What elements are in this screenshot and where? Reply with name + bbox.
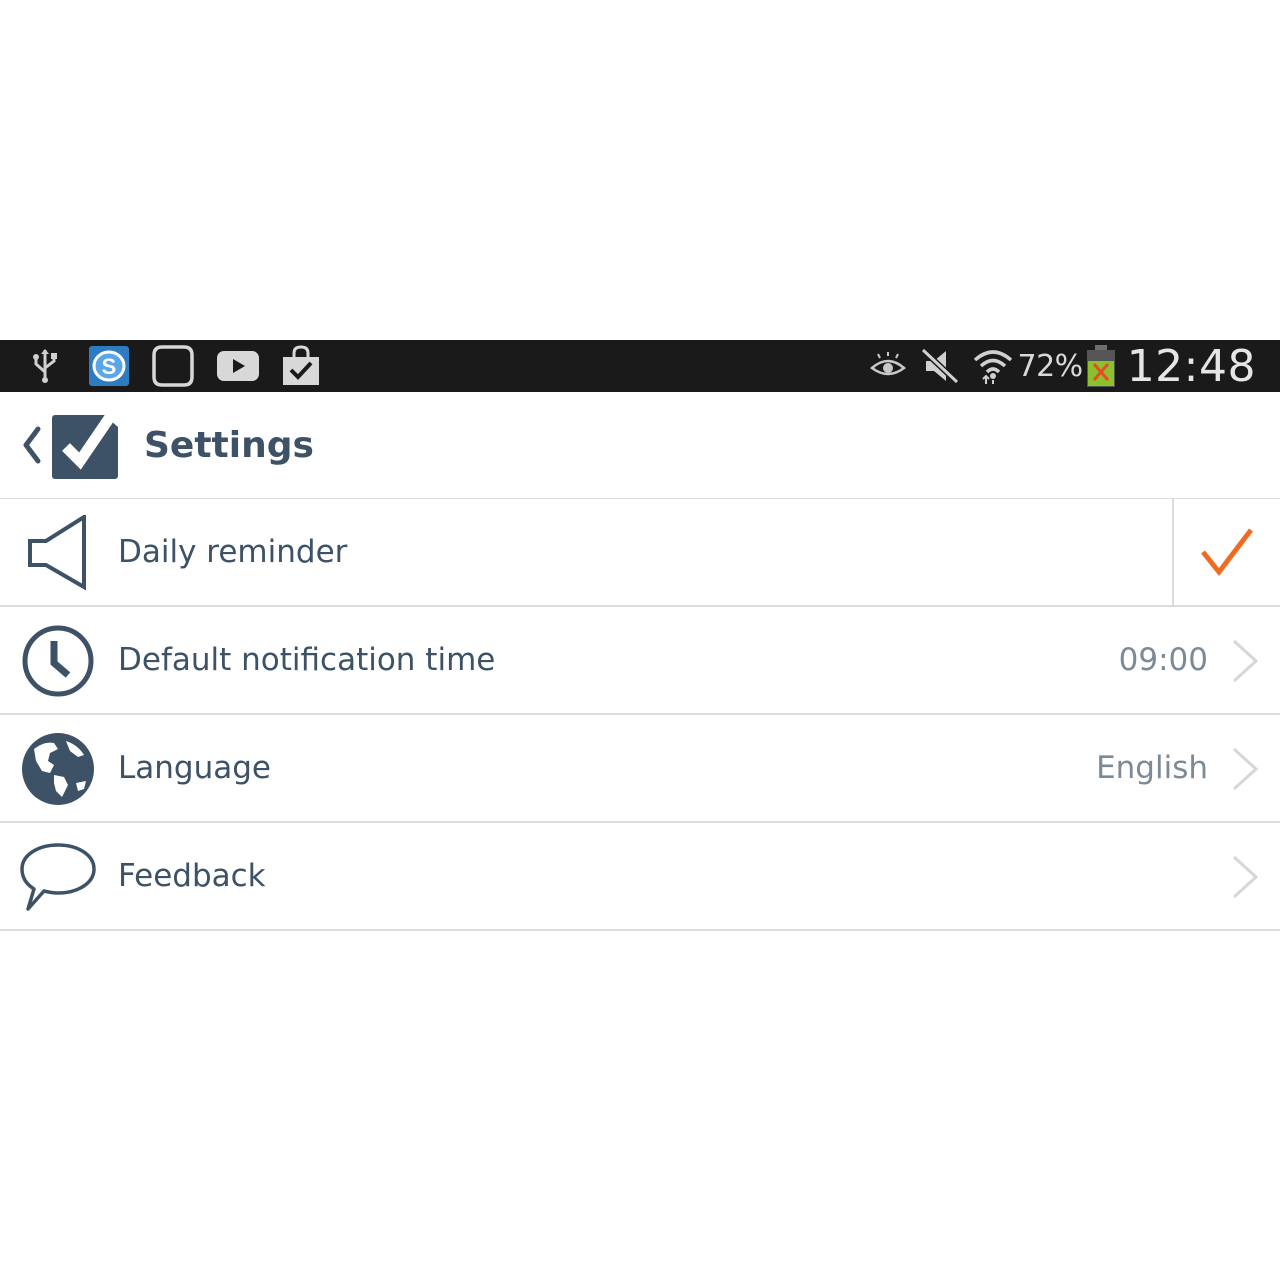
back-chevron-icon[interactable]	[20, 425, 42, 465]
speech-bubble-icon	[20, 843, 96, 911]
speaker-icon	[28, 515, 86, 591]
daily-reminder-toggle[interactable]	[1172, 499, 1280, 605]
shopping-bag-check-icon	[280, 345, 322, 387]
settings-list: Daily reminder Default notification time…	[0, 499, 1280, 931]
battery-percent: 72%	[1017, 348, 1084, 384]
row-value: 09:00	[1118, 642, 1208, 678]
app-logo-icon[interactable]	[50, 409, 122, 481]
usb-icon	[30, 348, 60, 384]
status-bar: S 72% 12:48	[0, 340, 1280, 392]
eye-icon	[869, 352, 906, 380]
setting-row-language[interactable]: Language English	[0, 715, 1280, 823]
setting-row-feedback[interactable]: Feedback	[0, 823, 1280, 931]
setting-row-notification-time[interactable]: Default notification time 09:00	[0, 607, 1280, 715]
clock: 12:48	[1126, 340, 1256, 392]
chevron-right-icon	[1232, 747, 1259, 791]
row-label: Feedback	[118, 858, 266, 894]
battery-icon	[1085, 344, 1117, 388]
clock-icon	[22, 625, 94, 697]
row-value: English	[1096, 750, 1208, 786]
app-bar: Settings	[0, 392, 1280, 500]
page-title: Settings	[144, 424, 314, 466]
row-label: Language	[118, 750, 271, 786]
svg-text:S: S	[102, 354, 117, 379]
wifi-icon	[972, 346, 1014, 386]
checkmark-icon	[1201, 528, 1253, 577]
system-status: 72% 12:48	[869, 340, 1257, 392]
row-label: Default notification time	[118, 642, 496, 678]
chevron-right-icon	[1232, 639, 1259, 683]
row-label: Daily reminder	[118, 534, 348, 570]
setting-row-daily-reminder[interactable]: Daily reminder	[0, 499, 1280, 607]
youtube-icon	[216, 350, 260, 382]
notification-icons: S	[0, 340, 322, 392]
skype-s-icon: S	[88, 345, 130, 387]
chevron-right-icon	[1232, 855, 1259, 899]
chat-bubble-icon	[150, 343, 196, 389]
mute-icon	[920, 347, 960, 385]
globe-icon	[22, 733, 94, 805]
